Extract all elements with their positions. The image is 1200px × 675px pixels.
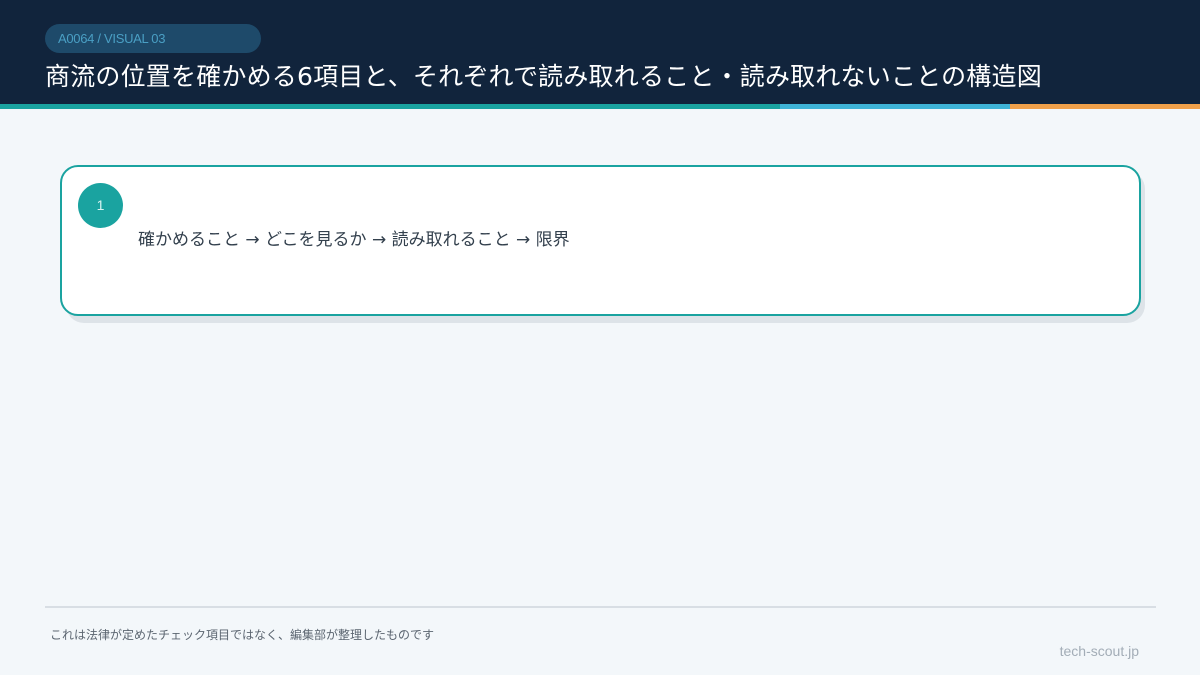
step-number-badge: 1 <box>78 183 123 228</box>
step-card: 1 確かめること → どこを見るか → 読み取れること → 限界 <box>60 165 1141 316</box>
step-card-text: 確かめること → どこを見るか → 読み取れること → 限界 <box>138 230 570 250</box>
visual-id-badge: A0064 / VISUAL 03 <box>45 24 261 53</box>
footer-note: これは法律が定めたチェック項目ではなく、編集部が整理したものです <box>50 628 435 642</box>
accent-stripe-orange <box>1010 104 1200 109</box>
site-name: tech-scout.jp <box>1059 643 1139 659</box>
accent-stripe-blue <box>780 104 1010 109</box>
footer-divider <box>45 606 1156 608</box>
header: A0064 / VISUAL 03 商流の位置を確かめる6項目と、それぞれで読み… <box>0 0 1200 104</box>
page-title: 商流の位置を確かめる6項目と、それぞれで読み取れること・読み取れないことの構造図 <box>45 62 1042 91</box>
accent-stripe-teal <box>0 104 780 109</box>
